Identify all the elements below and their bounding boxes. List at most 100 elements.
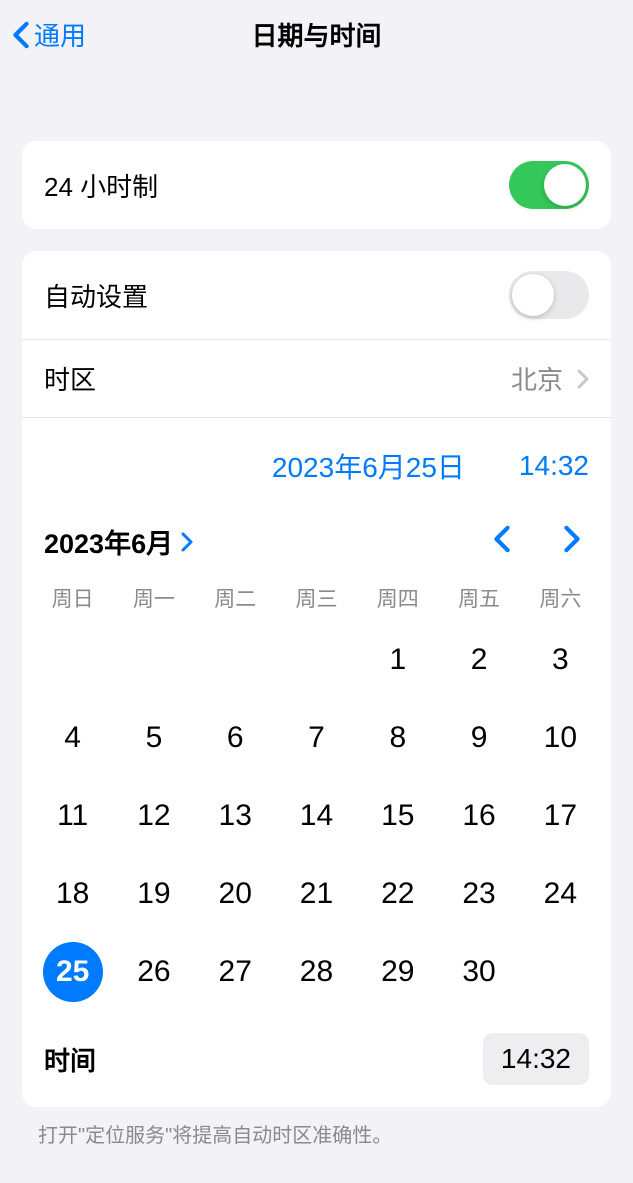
calendar-day-number: 25	[43, 942, 103, 1002]
calendar-day[interactable]: 17	[520, 777, 601, 855]
calendar-day-number: 19	[124, 864, 184, 924]
calendar-day-number: 14	[286, 786, 346, 846]
calendar-day[interactable]: 11	[32, 777, 113, 855]
timezone-row[interactable]: 时区 北京	[22, 339, 611, 417]
calendar-day[interactable]: 30	[438, 933, 519, 1011]
calendar-empty-cell	[195, 621, 276, 699]
weekday-label: 周日	[32, 575, 113, 621]
calendar-day[interactable]: 8	[357, 699, 438, 777]
calendar-day[interactable]: 2	[438, 621, 519, 699]
calendar-day-number: 16	[449, 786, 509, 846]
calendar-day-number: 12	[124, 786, 184, 846]
weekday-label: 周五	[438, 575, 519, 621]
calendar-day[interactable]: 20	[195, 855, 276, 933]
calendar-day-number: 26	[124, 942, 184, 1002]
calendar-day-number: 23	[449, 864, 509, 924]
timezone-label: 时区	[44, 360, 96, 397]
calendar-empty-cell	[32, 621, 113, 699]
calendar-day[interactable]: 9	[438, 699, 519, 777]
calendar-day[interactable]: 1	[357, 621, 438, 699]
calendar-day-number: 4	[43, 708, 103, 768]
auto-set-row: 自动设置	[22, 251, 611, 339]
footer-note: 打开"定位服务"将提高自动时区准确性。	[0, 1107, 633, 1148]
chevron-right-icon	[577, 369, 589, 389]
month-picker-button[interactable]: 2023年6月	[44, 522, 193, 561]
month-label: 2023年6月	[44, 522, 173, 561]
calendar-day-number: 22	[368, 864, 428, 924]
calendar-day[interactable]: 14	[276, 777, 357, 855]
setting-24h-toggle[interactable]	[509, 161, 589, 209]
calendar-day[interactable]: 28	[276, 933, 357, 1011]
datetime-display-row: 2023年6月25日 14:32	[22, 417, 611, 504]
setting-24h-row: 24 小时制	[22, 141, 611, 229]
calendar-day[interactable]: 15	[357, 777, 438, 855]
calendar-day[interactable]: 23	[438, 855, 519, 933]
current-date[interactable]: 2023年6月25日	[272, 446, 465, 486]
calendar-day-number: 18	[43, 864, 103, 924]
calendar-day[interactable]: 29	[357, 933, 438, 1011]
time-picker-button[interactable]: 14:32	[483, 1033, 589, 1085]
calendar-day-number: 1	[368, 630, 428, 690]
calendar-day-number: 27	[205, 942, 265, 1002]
calendar-day[interactable]: 12	[113, 777, 194, 855]
calendar-day[interactable]: 5	[113, 699, 194, 777]
calendar-day[interactable]: 27	[195, 933, 276, 1011]
auto-set-toggle[interactable]	[509, 271, 589, 319]
calendar-day-number: 20	[205, 864, 265, 924]
chevron-left-icon	[12, 21, 30, 49]
setting-24h-label: 24 小时制	[44, 167, 158, 204]
calendar-day-number: 29	[368, 942, 428, 1002]
calendar-day[interactable]: 3	[520, 621, 601, 699]
calendar-day-number: 6	[205, 708, 265, 768]
chevron-right-icon	[181, 532, 193, 552]
calendar-day-number: 15	[368, 786, 428, 846]
weekday-label: 周六	[520, 575, 601, 621]
calendar-day-number: 21	[286, 864, 346, 924]
calendar-day-number: 13	[205, 786, 265, 846]
weekday-label: 周二	[195, 575, 276, 621]
calendar-empty-cell	[113, 621, 194, 699]
toggle-knob	[544, 164, 586, 206]
calendar-day[interactable]: 18	[32, 855, 113, 933]
back-button[interactable]: 通用	[12, 16, 86, 53]
calendar-day-number: 2	[449, 630, 509, 690]
weekday-label: 周一	[113, 575, 194, 621]
calendar-day[interactable]: 16	[438, 777, 519, 855]
current-time[interactable]: 14:32	[519, 450, 589, 482]
calendar-day-number: 24	[530, 864, 590, 924]
calendar-day[interactable]: 21	[276, 855, 357, 933]
calendar-day-number: 7	[286, 708, 346, 768]
timezone-value: 北京	[511, 360, 563, 397]
toggle-knob	[512, 274, 554, 316]
calendar-day[interactable]: 6	[195, 699, 276, 777]
calendar-day-number: 17	[530, 786, 590, 846]
calendar-day[interactable]: 10	[520, 699, 601, 777]
calendar-day[interactable]: 7	[276, 699, 357, 777]
calendar-day[interactable]: 26	[113, 933, 194, 1011]
page-title: 日期与时间	[251, 16, 381, 53]
calendar-day[interactable]: 19	[113, 855, 194, 933]
auto-set-label: 自动设置	[44, 277, 148, 314]
chevron-right-icon	[563, 525, 581, 553]
calendar-day[interactable]: 24	[520, 855, 601, 933]
weekday-label: 周三	[276, 575, 357, 621]
calendar-day[interactable]: 4	[32, 699, 113, 777]
back-label: 通用	[34, 16, 86, 53]
weekday-label: 周四	[357, 575, 438, 621]
prev-month-button[interactable]	[493, 525, 511, 558]
calendar-day-number: 3	[530, 630, 590, 690]
calendar-day-number: 8	[368, 708, 428, 768]
calendar-day[interactable]: 22	[357, 855, 438, 933]
calendar-empty-cell	[276, 621, 357, 699]
calendar-day[interactable]: 25	[32, 933, 113, 1011]
calendar-day-number: 28	[286, 942, 346, 1002]
calendar-day-number: 9	[449, 708, 509, 768]
calendar-day-number: 10	[530, 708, 590, 768]
calendar-day-number: 5	[124, 708, 184, 768]
calendar-day-number: 11	[43, 786, 103, 846]
chevron-left-icon	[493, 525, 511, 553]
time-row: 时间 14:32	[22, 1023, 611, 1107]
calendar-day[interactable]: 13	[195, 777, 276, 855]
calendar-day-number: 30	[449, 942, 509, 1002]
next-month-button[interactable]	[563, 525, 581, 558]
